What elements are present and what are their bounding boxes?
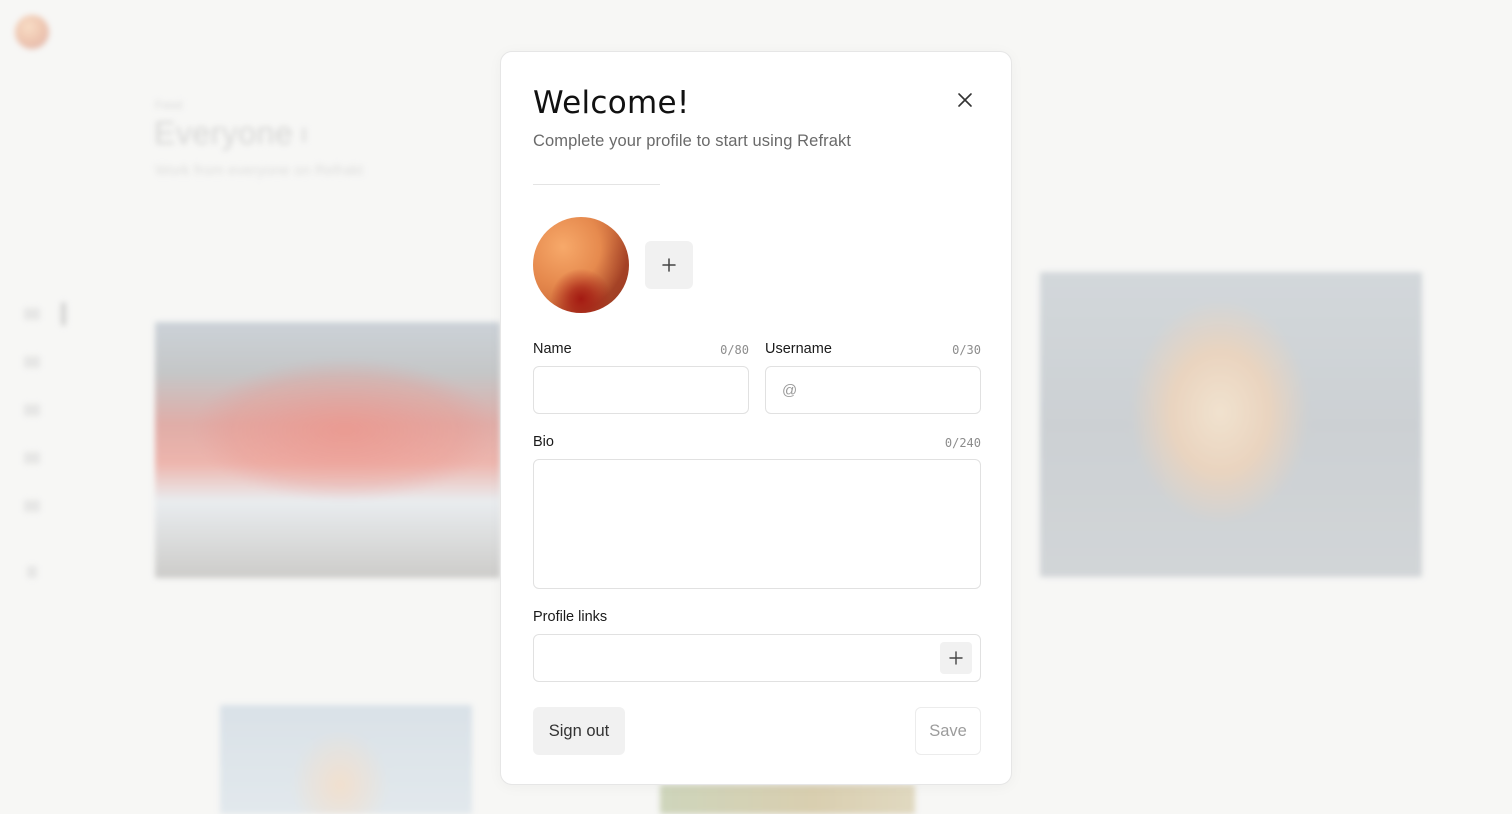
name-label: Name <box>533 341 572 357</box>
profile-links-field[interactable] <box>533 634 981 682</box>
dialog-subtitle: Complete your profile to start using Ref… <box>533 132 852 150</box>
save-button[interactable]: Save <box>915 707 981 755</box>
plus-icon <box>949 651 963 665</box>
profile-links-label: Profile links <box>533 609 608 625</box>
plus-icon <box>662 258 676 272</box>
bio-char-counter: 0/240 <box>944 436 981 450</box>
username-char-counter: 0/30 <box>952 343 981 357</box>
sign-out-button[interactable]: Sign out <box>533 707 625 755</box>
profile-avatar[interactable] <box>533 217 629 313</box>
name-input[interactable] <box>533 366 749 414</box>
username-label: Username <box>765 341 832 357</box>
add-link-button[interactable] <box>940 642 972 674</box>
close-icon <box>958 93 972 107</box>
bio-textarea[interactable] <box>533 459 981 589</box>
add-avatar-button[interactable] <box>645 241 693 289</box>
close-button[interactable] <box>951 86 979 114</box>
name-char-counter: 0/80 <box>720 343 749 357</box>
divider <box>533 184 660 185</box>
username-input[interactable] <box>765 366 981 414</box>
dialog-title: Welcome! <box>533 85 690 121</box>
bio-label: Bio <box>533 434 554 450</box>
welcome-dialog: Welcome! Complete your profile to start … <box>500 51 1012 785</box>
